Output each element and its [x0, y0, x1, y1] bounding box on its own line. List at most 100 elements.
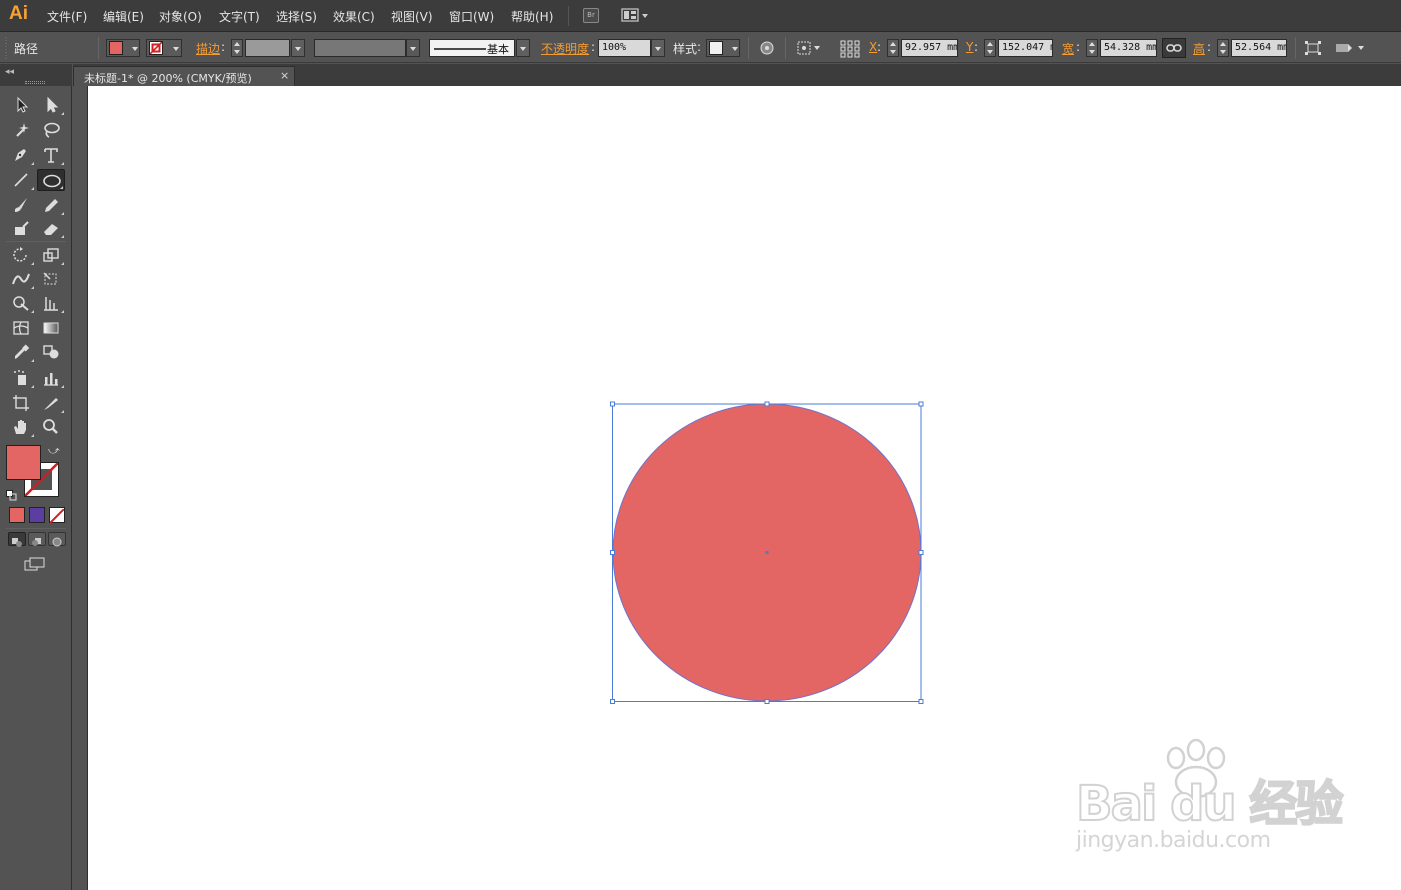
menu-window[interactable]: 窗口(W) — [449, 8, 494, 25]
rotate-tool-icon[interactable] — [7, 244, 35, 266]
tools-panel: ◂◂ ⤻ — [0, 64, 72, 890]
line-segment-tool-icon[interactable] — [7, 169, 35, 191]
graphic-style-button[interactable] — [706, 39, 740, 57]
opacity-dropdown[interactable] — [651, 39, 665, 57]
align-options-icon[interactable] — [796, 40, 824, 56]
stroke-weight-label[interactable]: 描边 — [196, 40, 220, 57]
y-field[interactable]: 152.047 mm — [998, 39, 1053, 57]
symbol-sprayer-tool-icon[interactable] — [7, 367, 35, 389]
blend-tool-icon[interactable] — [37, 341, 65, 363]
paintbrush-tool-icon[interactable] — [7, 194, 35, 216]
slice-tool-icon[interactable] — [37, 392, 65, 414]
control-panel-menu-icon[interactable] — [1334, 40, 1366, 56]
height-label[interactable]: 高 — [1193, 40, 1205, 57]
tool-flyout-indicator — [31, 262, 34, 265]
magic-wand-tool-icon[interactable] — [7, 119, 35, 141]
bridge-button[interactable]: Br — [583, 8, 599, 23]
screen-mode-icon[interactable] — [24, 556, 46, 572]
menu-edit[interactable]: 编辑(E) — [103, 8, 144, 25]
perspective-grid-tool-icon[interactable] — [37, 292, 65, 314]
height-stepper[interactable] — [1217, 39, 1229, 57]
stroke-color-button[interactable] — [146, 39, 182, 57]
transform-icon[interactable] — [1304, 40, 1322, 56]
workspace-layout-icon[interactable] — [621, 8, 649, 23]
control-divider — [98, 37, 99, 59]
blob-brush-tool-icon[interactable] — [7, 217, 35, 239]
selection-tool-icon[interactable] — [7, 94, 35, 116]
y-label[interactable]: Y — [966, 40, 973, 54]
lasso-tool-icon[interactable] — [37, 119, 65, 141]
menu-object[interactable]: 对象(O) — [159, 8, 202, 25]
pen-tool-icon[interactable] — [7, 144, 35, 166]
pencil-tool-icon[interactable] — [37, 194, 65, 216]
recolor-artwork-icon[interactable] — [758, 40, 776, 56]
stroke-none-swatch — [149, 41, 163, 55]
swap-fill-stroke-icon[interactable]: ⤻ — [48, 444, 60, 457]
shape-builder-tool-icon[interactable] — [7, 292, 35, 314]
brush-definition-field[interactable]: 基本 — [429, 39, 515, 57]
fill-color-button[interactable] — [106, 39, 140, 57]
eyedropper-tool-icon[interactable] — [7, 341, 35, 363]
free-transform-tool-icon[interactable] — [37, 268, 65, 290]
menu-select[interactable]: 选择(S) — [276, 8, 317, 25]
type-tool-icon[interactable] — [37, 144, 65, 166]
opacity-label[interactable]: 不透明度 — [541, 40, 589, 57]
tool-flyout-indicator — [31, 359, 34, 362]
menu-effect[interactable]: 效果(C) — [333, 8, 375, 25]
collapse-panel-icon[interactable]: ◂◂ — [5, 67, 14, 77]
gradient-mode-button[interactable] — [29, 507, 45, 523]
opacity-field[interactable]: 100% — [598, 39, 651, 57]
reference-point-icon[interactable] — [840, 40, 860, 58]
x-stepper[interactable] — [887, 39, 899, 57]
artboard-tool-icon[interactable] — [7, 392, 35, 414]
width-stepper[interactable] — [1086, 39, 1098, 57]
document-tab[interactable]: 未标题-1* @ 200% (CMYK/预览) × — [73, 66, 295, 86]
variable-width-dropdown[interactable] — [406, 39, 420, 57]
color-mode-button[interactable] — [9, 507, 25, 523]
draw-inside-icon[interactable] — [48, 532, 66, 547]
width-field[interactable]: 54.328 mm — [1100, 39, 1157, 57]
direct-selection-tool-icon[interactable] — [37, 94, 65, 116]
tools-panel-header: ◂◂ — [0, 64, 72, 86]
gradient-tool-icon[interactable] — [37, 317, 65, 339]
variable-width-profile[interactable] — [314, 39, 406, 57]
draw-behind-icon[interactable] — [28, 532, 46, 546]
constrain-proportions-link-icon[interactable] — [1162, 38, 1186, 58]
document-tab-title: 未标题-1* @ 200% (CMYK/预览) — [84, 72, 252, 85]
ellipse-tool-icon[interactable] — [37, 169, 65, 191]
fill-color-box[interactable] — [6, 445, 41, 480]
x-field[interactable]: 92.957 mm — [901, 39, 958, 57]
stroke-weight-field[interactable] — [245, 39, 290, 57]
tool-flyout-indicator — [61, 310, 64, 313]
control-divider — [748, 37, 749, 59]
illustrator-window: Ai 文件(F) 编辑(E) 对象(O) 文字(T) 选择(S) 效果(C) 视… — [0, 0, 1401, 890]
brush-definition-dropdown[interactable] — [516, 39, 530, 57]
stroke-weight-dropdown[interactable] — [291, 39, 305, 57]
mesh-tool-icon[interactable] — [7, 317, 35, 339]
x-label[interactable]: X — [869, 40, 877, 54]
y-stepper[interactable] — [984, 39, 996, 57]
height-field[interactable]: 52.564 mm — [1231, 39, 1287, 57]
menu-help[interactable]: 帮助(H) — [511, 8, 553, 25]
none-mode-button[interactable] — [49, 507, 65, 524]
menu-file[interactable]: 文件(F) — [47, 8, 87, 25]
menu-type[interactable]: 文字(T) — [219, 8, 260, 25]
column-graph-tool-icon[interactable] — [37, 367, 65, 389]
stroke-weight-stepper[interactable] — [231, 39, 243, 57]
default-fill-stroke-icon[interactable] — [6, 486, 17, 501]
scale-tool-icon[interactable] — [37, 244, 65, 266]
watermark-logo-text: Bai du 经验 — [1075, 775, 1344, 833]
colon: : — [697, 40, 702, 54]
close-icon[interactable]: × — [280, 69, 289, 82]
app-logo: Ai — [9, 3, 28, 24]
eraser-tool-icon[interactable] — [37, 217, 65, 239]
panel-grip[interactable] — [25, 81, 45, 84]
zoom-tool-icon[interactable] — [37, 416, 65, 438]
width-tool-icon[interactable] — [7, 268, 35, 290]
menu-view[interactable]: 视图(V) — [391, 8, 433, 25]
width-label[interactable]: 宽 — [1062, 40, 1074, 57]
control-divider — [1295, 37, 1296, 59]
draw-normal-icon[interactable] — [8, 532, 26, 547]
hand-tool-icon[interactable] — [7, 416, 35, 438]
colon: : — [591, 40, 596, 54]
